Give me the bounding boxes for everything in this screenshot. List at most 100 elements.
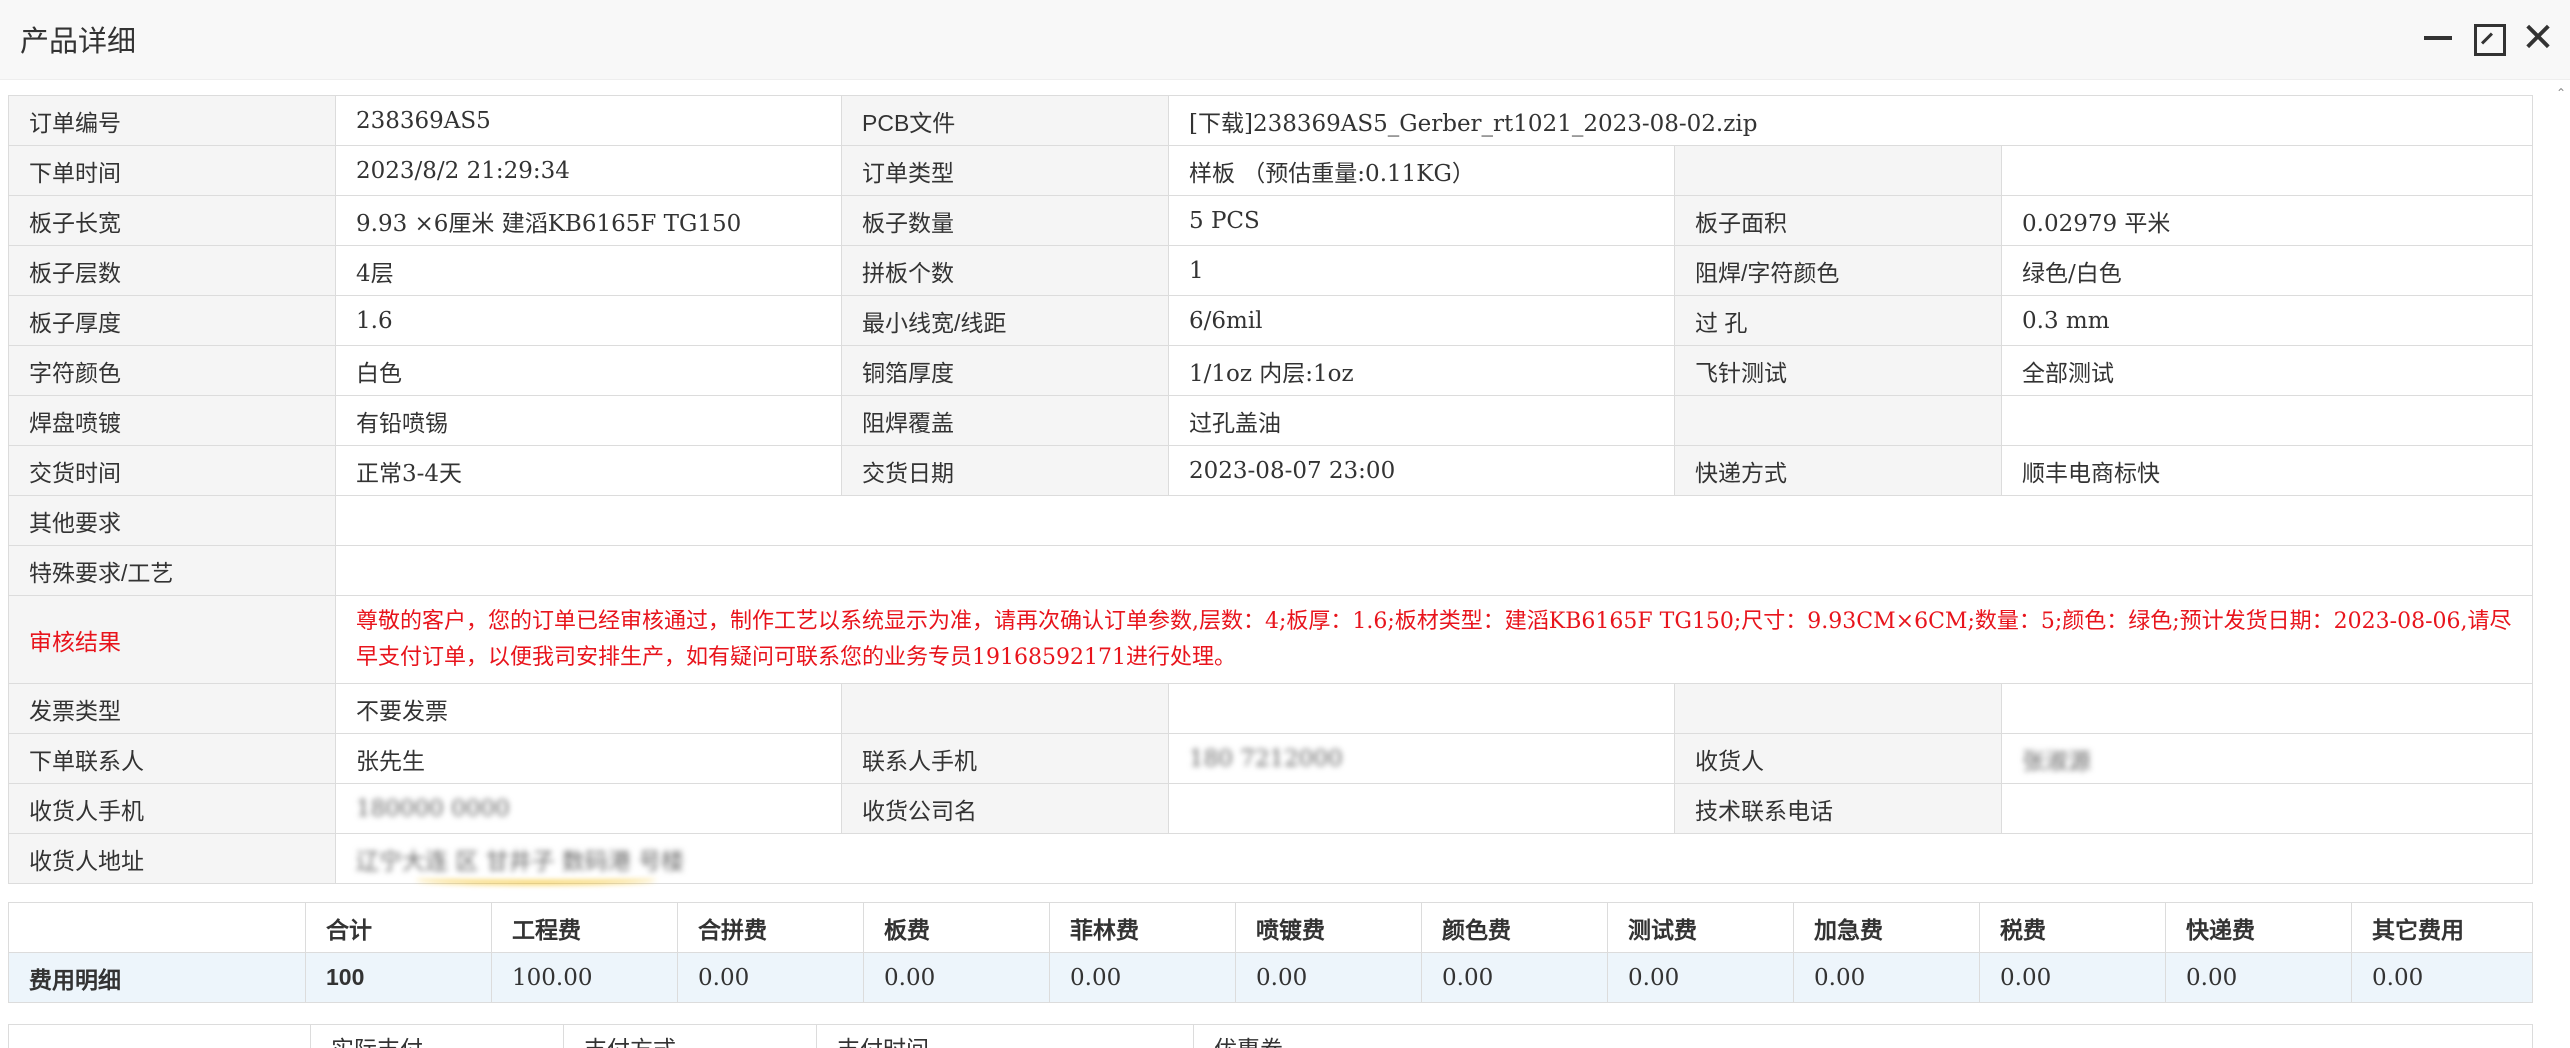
- fee-header-board: 板费: [863, 902, 1050, 953]
- payment-table: 实际支付 支付方式 支付时间 优惠券: [8, 1024, 2533, 1048]
- flying-probe-value: 全部测试: [2000, 345, 2534, 396]
- fee-header-film: 菲林费: [1049, 902, 1236, 953]
- shipping-label: 快递方式: [1674, 445, 2002, 496]
- mask-color-value: 绿色/白色: [2000, 245, 2534, 296]
- receiver-company-label: 收货公司名: [841, 783, 1169, 834]
- fee-header-combine: 合拼费: [677, 902, 864, 953]
- empty-label-cell: [1674, 145, 2002, 196]
- pcb-file-download-link[interactable]: [下载]238369AS5_Gerber_rt1021_2023-08-02.z…: [1167, 95, 2534, 146]
- fee-engineering-value: 100.00: [491, 952, 678, 1003]
- receiver-phone-redacted: 180000 0000: [356, 795, 510, 822]
- copper-value: 1/1oz 内层:1oz: [1168, 345, 1675, 396]
- contact-phone-label: 联系人手机: [841, 733, 1169, 784]
- fee-header-row: 合计 工程费 合拼费 板费 菲林费 喷镀费 颜色费 测试费 加急费 税费 快递费…: [8, 902, 2533, 953]
- other-req-value: [334, 495, 2534, 546]
- table-row: 焊盘喷镀 有铅喷锡 阻焊覆盖 过孔盖油: [8, 395, 2534, 446]
- pcb-file-label: PCB文件: [841, 95, 1169, 146]
- contact-label: 下单联系人: [8, 733, 336, 784]
- empty-value-cell: [2000, 683, 2534, 734]
- delivery-time-label: 交货时间: [8, 445, 336, 496]
- contact-phone-value: 180 7212000: [1168, 733, 1675, 784]
- thickness-value: 1.6: [335, 295, 842, 346]
- fee-header-test: 测试费: [1607, 902, 1794, 953]
- order-time-value: 2023/8/2 21:29:34: [335, 145, 842, 196]
- flying-probe-label: 飞针测试: [1674, 345, 2002, 396]
- empty-value-cell: [1168, 683, 1675, 734]
- fee-header-plating: 喷镀费: [1235, 902, 1422, 953]
- board-size-value: 9.93 ×6厘米 建滔KB6165F TG150: [335, 195, 842, 246]
- table-row: 其他要求: [8, 495, 2534, 546]
- mask-cover-label: 阻焊覆盖: [841, 395, 1169, 446]
- fee-total-value: 100: [305, 952, 492, 1003]
- delivery-date-value: 2023-08-07 23:00: [1168, 445, 1675, 496]
- table-row: 板子长宽 9.93 ×6厘米 建滔KB6165F TG150 板子数量 5 PC…: [8, 195, 2534, 246]
- fee-header-shipping: 快递费: [2165, 902, 2352, 953]
- receiver-label: 收货人: [1674, 733, 2002, 784]
- close-icon[interactable]: ✕: [2520, 18, 2556, 58]
- min-trace-value: 6/6mil: [1168, 295, 1675, 346]
- copper-label: 铜箔厚度: [841, 345, 1169, 396]
- payment-header-method: 支付方式: [563, 1024, 817, 1048]
- surface-label: 焊盘喷镀: [8, 395, 336, 446]
- delivery-time-value: 正常3-4天: [335, 445, 842, 496]
- fee-other-value: 0.00: [2351, 952, 2533, 1003]
- fee-tax-value: 0.00: [1979, 952, 2166, 1003]
- tech-phone-value: [2000, 783, 2534, 834]
- receiver-value: 张淑源: [2000, 733, 2534, 784]
- fee-header-total: 合计: [305, 902, 492, 953]
- table-row: 发票类型 不要发票: [8, 683, 2534, 734]
- via-value: 0.3 mm: [2000, 295, 2534, 346]
- fee-color-value: 0.00: [1421, 952, 1608, 1003]
- payment-header-blank: [8, 1024, 311, 1048]
- order-time-label: 下单时间: [8, 145, 336, 196]
- fee-header-urgent: 加急费: [1793, 902, 1980, 953]
- mask-cover-value: 过孔盖油: [1168, 395, 1675, 446]
- board-qty-value: 5 PCS: [1168, 195, 1675, 246]
- scrollbar-up-arrow-icon[interactable]: ⌃: [2556, 86, 2566, 100]
- receiver-addr-redacted: 辽宁大连 区 甘井子 数码港 号楼: [356, 842, 684, 884]
- maximize-icon[interactable]: [2470, 20, 2506, 56]
- fee-film-value: 0.00: [1049, 952, 1236, 1003]
- fee-detail-table: 合计 工程费 合拼费 板费 菲林费 喷镀费 颜色费 测试费 加急费 税费 快递费…: [8, 902, 2533, 1003]
- delivery-date-label: 交货日期: [841, 445, 1169, 496]
- surface-value: 有铅喷锡: [335, 395, 842, 446]
- panel-count-label: 拼板个数: [841, 245, 1169, 296]
- empty-label-cell: [1674, 395, 2002, 446]
- fee-header-blank: [8, 902, 306, 953]
- payment-header-coupon: 优惠券: [1193, 1024, 2533, 1048]
- table-row: 订单编号 238369AS5 PCB文件 [下载]238369AS5_Gerbe…: [8, 95, 2534, 146]
- fee-test-value: 0.00: [1607, 952, 1794, 1003]
- empty-value-cell: [2000, 145, 2534, 196]
- receiver-addr-label: 收货人地址: [8, 833, 336, 884]
- board-size-label: 板子长宽: [8, 195, 336, 246]
- contact-phone-redacted: 180 7212000: [1189, 745, 1343, 772]
- order-type-value: 样板 （预估重量:0.11KG）: [1168, 145, 1675, 196]
- payment-header-row: 实际支付 支付方式 支付时间 优惠券: [8, 1024, 2533, 1048]
- minimize-icon[interactable]: [2420, 20, 2456, 56]
- via-label: 过 孔: [1674, 295, 2002, 346]
- fee-combine-value: 0.00: [677, 952, 864, 1003]
- payment-header-time: 支付时间: [816, 1024, 1194, 1048]
- receiver-phone-label: 收货人手机: [8, 783, 336, 834]
- receiver-phone-value: 180000 0000: [335, 783, 842, 834]
- layers-label: 板子层数: [8, 245, 336, 296]
- review-result-text: 尊敬的客户，您的订单已经审核通过，制作工艺以系统显示为准，请再次确认订单参数,层…: [334, 595, 2534, 684]
- order-no-label: 订单编号: [8, 95, 336, 146]
- special-req-value: [334, 545, 2534, 596]
- receiver-company-value: [1168, 783, 1675, 834]
- fee-plating-value: 0.00: [1235, 952, 1422, 1003]
- contact-value: 张先生: [335, 733, 842, 784]
- table-row: 板子厚度 1.6 最小线宽/线距 6/6mil 过 孔 0.3 mm: [8, 295, 2534, 346]
- review-result-label: 审核结果: [8, 595, 336, 684]
- empty-value-cell: [2000, 395, 2534, 446]
- empty-label-cell: [1674, 683, 2002, 734]
- thickness-label: 板子厚度: [8, 295, 336, 346]
- table-row: 下单联系人 张先生 联系人手机 180 7212000 收货人 张淑源: [8, 733, 2534, 784]
- silk-color-label: 字符颜色: [8, 345, 336, 396]
- fee-row-label: 费用明细: [8, 952, 306, 1003]
- dialog-titlebar: 产品详细 ✕: [0, 0, 2570, 80]
- min-trace-label: 最小线宽/线距: [841, 295, 1169, 346]
- table-row: 字符颜色 白色 铜箔厚度 1/1oz 内层:1oz 飞针测试 全部测试: [8, 345, 2534, 396]
- board-area-value: 0.02979 平米: [2000, 195, 2534, 246]
- board-qty-label: 板子数量: [841, 195, 1169, 246]
